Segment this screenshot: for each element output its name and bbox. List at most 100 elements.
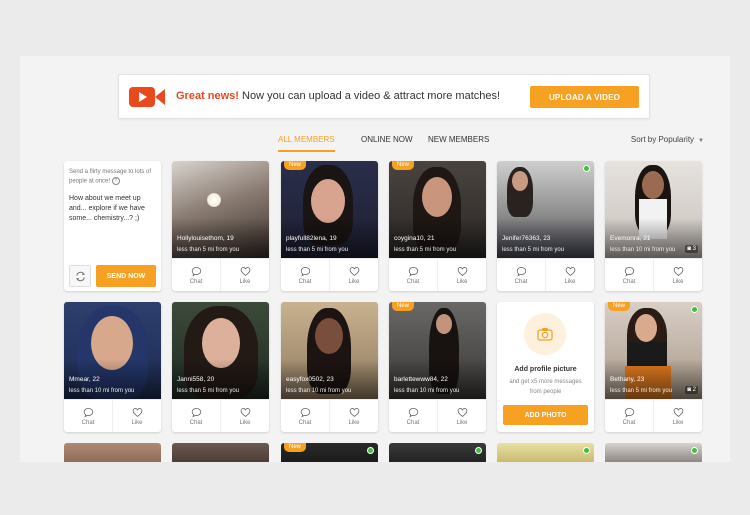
photo-count: ◙ 2	[685, 386, 698, 394]
chat-button[interactable]: Chat	[389, 400, 437, 432]
chat-button[interactable]: Chat	[172, 400, 220, 432]
chat-label: Chat	[622, 419, 636, 426]
member-card-partial[interactable]	[64, 443, 161, 462]
heart-icon	[132, 407, 142, 417]
add-photo-button[interactable]: ADD PHOTO	[503, 405, 588, 425]
camera-circle[interactable]	[524, 313, 566, 355]
member-card-partial[interactable]	[389, 443, 486, 462]
member-card-partial[interactable]	[605, 443, 702, 462]
sort-label: Sort by Popularity	[630, 135, 695, 144]
online-indicator	[691, 306, 698, 313]
chat-bubble-icon	[191, 266, 201, 276]
member-tabs: ALL MEMBERS ONLINE NOW NEW MEMBERS Sort …	[20, 134, 730, 154]
member-card-partial[interactable]	[497, 443, 594, 462]
new-badge: New	[608, 302, 631, 311]
member-photo[interactable]: New playfull82lena, 19 less than 5 mi fr…	[281, 161, 378, 258]
member-photo[interactable]: New barlettewww84, 22 less than 10 mi fr…	[389, 302, 486, 399]
like-button[interactable]: Like	[329, 259, 378, 291]
add-photo-title: Add profile picture	[514, 366, 577, 373]
like-button[interactable]: Like	[653, 259, 702, 291]
card-actions: Chat Like	[605, 258, 702, 291]
sort-dropdown[interactable]: Sort by Popularity ▼	[631, 134, 704, 147]
member-card[interactable]: Jenifer76363, 23 less than 5 mi from you…	[497, 161, 594, 291]
member-distance: less than 10 mi from you	[286, 388, 352, 394]
member-card[interactable]: New coygina10, 21 less than 5 mi from yo…	[389, 161, 486, 291]
send-now-button[interactable]: SEND NOW	[96, 265, 156, 287]
member-photo[interactable]: Janni558, 20 less than 5 mi from you	[172, 302, 269, 399]
like-label: Like	[348, 278, 360, 285]
photo-count: ◙ 3	[685, 245, 698, 253]
chat-button[interactable]: Chat	[281, 259, 329, 291]
heart-icon	[349, 266, 359, 276]
add-profile-picture-card: Add profile picture and get x5 more mess…	[497, 302, 594, 432]
member-card[interactable]: Hollylouisethom, 19 less than 5 mi from …	[172, 161, 269, 291]
member-name: Bethany, 23	[610, 376, 645, 383]
member-distance: less than 5 mi from you	[177, 247, 240, 253]
chat-button[interactable]: Chat	[389, 259, 437, 291]
member-distance: less than 5 mi from you	[502, 247, 565, 253]
like-button[interactable]: Like	[653, 400, 702, 432]
help-icon[interactable]: ?	[111, 177, 120, 185]
chat-button[interactable]: Chat	[281, 400, 329, 432]
members-page: Great news! Now you can upload a video &…	[20, 56, 730, 462]
member-card-partial[interactable]	[172, 443, 269, 462]
chat-label: Chat	[81, 419, 95, 426]
new-badge: New	[284, 443, 307, 452]
chat-label: Chat	[189, 278, 203, 285]
like-button[interactable]: Like	[220, 259, 269, 291]
member-photo[interactable]: New Bethany, 23 less than 5 mi from you …	[605, 302, 702, 399]
like-label: Like	[672, 419, 684, 426]
member-distance: less than 10 mi from you	[394, 388, 460, 394]
chat-button[interactable]: Chat	[64, 400, 112, 432]
like-label: Like	[239, 278, 251, 285]
member-photo[interactable]: Evemonra, 21 less than 10 mi from you ◙ …	[605, 161, 702, 258]
banner-text: Now you can upload a video & attract mor…	[238, 90, 501, 102]
member-card[interactable]: Janni558, 20 less than 5 mi from you Cha…	[172, 302, 269, 432]
member-photo[interactable]: New coygina10, 21 less than 5 mi from yo…	[389, 161, 486, 258]
like-button[interactable]: Like	[437, 259, 486, 291]
flirty-message-card: Send a flirty message to lots of people …	[64, 161, 161, 291]
member-card[interactable]: New Bethany, 23 less than 5 mi from you …	[605, 302, 702, 432]
like-button[interactable]: Like	[545, 259, 594, 291]
chat-button[interactable]: Chat	[605, 259, 653, 291]
member-name: Hollylouisethom, 19	[177, 235, 234, 242]
chat-label: Chat	[514, 278, 528, 285]
member-card[interactable]: New barlettewww84, 22 less than 10 mi fr…	[389, 302, 486, 432]
chat-label: Chat	[189, 419, 203, 426]
member-photo[interactable]: Mmear, 22 less than 10 mi from you	[64, 302, 161, 399]
heart-icon	[565, 266, 575, 276]
refresh-message-button[interactable]	[69, 265, 91, 287]
member-photo[interactable]: easyfox0502, 23 less than 10 mi from you	[281, 302, 378, 399]
like-button[interactable]: Like	[220, 400, 269, 432]
chat-button[interactable]: Chat	[497, 259, 545, 291]
member-card[interactable]: Mmear, 22 less than 10 mi from you Chat …	[64, 302, 161, 432]
chat-button[interactable]: Chat	[605, 400, 653, 432]
tab-new-members[interactable]: NEW MEMBERS	[428, 134, 489, 152]
like-button[interactable]: Like	[437, 400, 486, 432]
upload-video-button[interactable]: UPLOAD A VIDEO	[530, 86, 639, 108]
chat-label: Chat	[298, 278, 312, 285]
like-button[interactable]: Like	[112, 400, 161, 432]
camera-icon: ◙	[687, 387, 691, 393]
member-photo[interactable]: Jenifer76363, 23 less than 5 mi from you	[497, 161, 594, 258]
tab-all-members[interactable]: ALL MEMBERS	[278, 134, 335, 152]
like-button[interactable]: Like	[329, 400, 378, 432]
member-photo[interactable]: Hollylouisethom, 19 less than 5 mi from …	[172, 161, 269, 258]
video-camera-icon	[129, 87, 165, 107]
like-label: Like	[348, 419, 360, 426]
chat-bubble-icon	[300, 266, 310, 276]
tab-online-now[interactable]: ONLINE NOW	[361, 134, 413, 152]
member-card[interactable]: easyfox0502, 23 less than 10 mi from you…	[281, 302, 378, 432]
member-card[interactable]: Evemonra, 21 less than 10 mi from you ◙ …	[605, 161, 702, 291]
like-label: Like	[672, 278, 684, 285]
chat-button[interactable]: Chat	[172, 259, 220, 291]
card-actions: Chat Like	[605, 399, 702, 432]
member-name: coygina10, 21	[394, 235, 435, 242]
member-card[interactable]: New playfull82lena, 19 less than 5 mi fr…	[281, 161, 378, 291]
member-card-partial[interactable]: New	[281, 443, 378, 462]
card-actions: Chat Like	[281, 258, 378, 291]
online-indicator	[583, 447, 590, 454]
chat-bubble-icon	[408, 407, 418, 417]
card-actions: Chat Like	[64, 399, 161, 432]
like-label: Like	[564, 278, 576, 285]
